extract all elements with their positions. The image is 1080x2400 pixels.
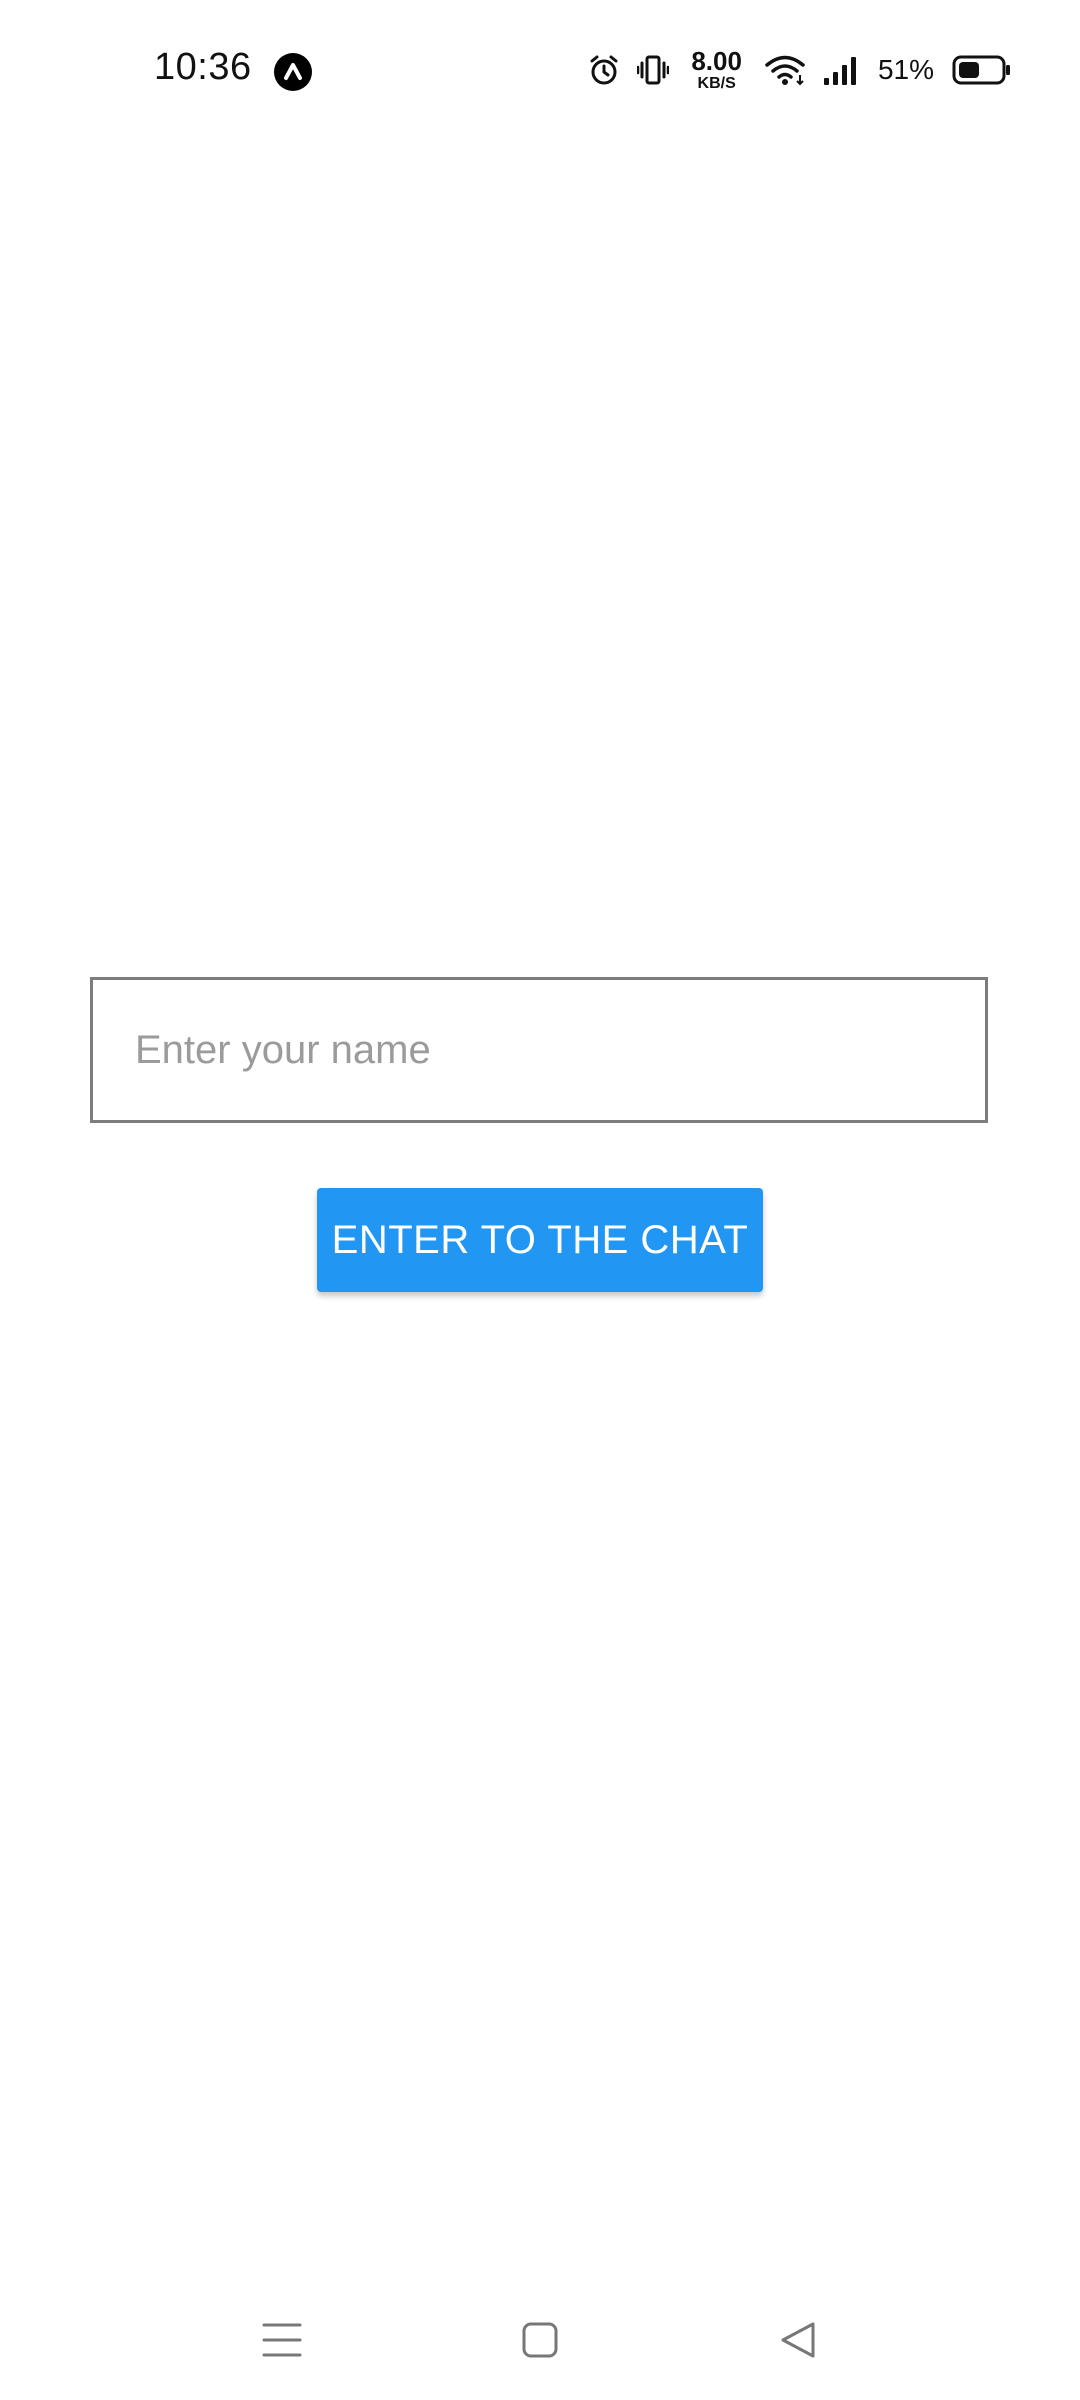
home-icon [522,2322,558,2358]
battery-percent: 51% [877,54,934,85]
network-speed-unit: KB/S [697,75,736,92]
name-input-box [90,977,988,1123]
name-input[interactable] [93,980,985,1120]
app-screen: 10:36 8.00 KB/S 51% Enter your name ENTE… [0,0,1080,2400]
enter-chat-button[interactable]: ENTER TO THE CHAT [317,1188,763,1292]
menu-icon [262,2323,302,2357]
network-speed-value: 8.00 [691,46,742,76]
status-time: 10:36 [154,46,252,88]
vibrate-icon [637,55,670,85]
status-bar: 10:36 8.00 KB/S 51% [0,0,1080,140]
nav-home-button[interactable] [480,2280,600,2400]
nav-menu-button[interactable] [222,2280,342,2400]
network-speed: 8.00 KB/S [691,48,742,92]
navigation-bar [0,2280,1080,2400]
status-icons: 8.00 KB/S 51% [587,40,1012,100]
alarm-icon [590,55,618,85]
battery-icon [952,55,1010,85]
nav-back-button[interactable] [738,2280,858,2400]
back-icon [781,2322,815,2358]
signal-icon [823,57,856,85]
wifi-icon [765,55,805,86]
caret-up-icon [274,53,312,91]
